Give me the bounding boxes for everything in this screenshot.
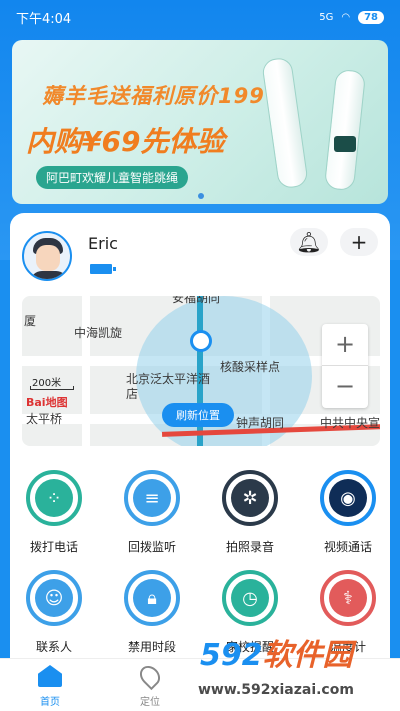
watermark-url: www.592xiazai.com xyxy=(198,682,354,698)
map-label: 安福胡同 xyxy=(172,296,221,305)
jump-rope-handle-image xyxy=(323,68,367,192)
battery-icon: 78 xyxy=(358,10,384,24)
function-call[interactable]: ⁘ 拨打电话 xyxy=(14,470,94,555)
tab-location[interactable]: 定位 xyxy=(120,661,180,708)
phone-dialpad-icon: ⁘ xyxy=(35,479,73,517)
map-label: 中共中央宣 xyxy=(320,416,380,430)
add-icon[interactable]: + xyxy=(340,228,378,256)
wifi-icon: ◠ xyxy=(341,11,351,23)
refresh-location-button[interactable]: 刷新位置 xyxy=(162,403,234,427)
contacts-icon: ☺ xyxy=(35,579,73,617)
location-icon xyxy=(135,661,165,691)
lock-icon: 🔒︎ xyxy=(133,579,171,617)
zoom-out-button[interactable]: − xyxy=(322,366,368,408)
avatar[interactable] xyxy=(22,231,72,281)
map-label: 核酸采样点 xyxy=(220,360,281,374)
map-label: 钟声胡同 xyxy=(236,416,285,430)
watermark-logo: 592软件园 xyxy=(200,638,353,673)
function-video-call[interactable]: ◉ 视频通话 xyxy=(308,470,388,555)
jump-rope-handle-image xyxy=(261,56,309,190)
map-label: 中海凯旋 xyxy=(74,326,123,340)
banner-headline: 薅羊毛送福利原价199 xyxy=(42,84,265,108)
device-name: Eric xyxy=(88,234,118,253)
banner-product-name: 阿巴町欢耀儿童智能跳绳 xyxy=(36,166,189,189)
banner-price: 内购¥69先体验 xyxy=(26,125,225,158)
map-label: 北京泛太平洋酒店 xyxy=(126,372,211,401)
map-label: 厦 xyxy=(24,314,37,328)
status-time: 下午4:04 xyxy=(16,11,72,27)
status-bar: 下午4:04 5G ◠ 78 xyxy=(0,0,400,34)
function-listen[interactable]: ≡ 回拨监听 xyxy=(112,470,192,555)
home-icon xyxy=(38,665,62,687)
map-zoom-control: + − xyxy=(322,324,368,408)
map-scale-bar xyxy=(30,386,74,390)
map-label: 太平桥 xyxy=(26,412,63,426)
banner-pager-dot[interactable] xyxy=(198,193,204,199)
function-photo-record[interactable]: ✲ 拍照录音 xyxy=(210,470,290,555)
listen-icon: ≡ xyxy=(133,479,171,517)
location-pin-icon[interactable] xyxy=(190,330,212,352)
signal-icon: 5G xyxy=(319,11,334,23)
video-call-icon: ◉ xyxy=(329,479,367,517)
clock-icon: ◷ xyxy=(231,579,269,617)
tab-home[interactable]: 首页 xyxy=(20,663,80,708)
bell-icon[interactable]: 🔔︎ xyxy=(290,228,328,256)
device-battery-icon xyxy=(90,264,116,274)
baidu-logo: Bai地图 xyxy=(26,396,68,409)
function-contacts[interactable]: ☺ 联系人 xyxy=(14,570,94,655)
zoom-in-button[interactable]: + xyxy=(322,324,368,366)
function-disable-period[interactable]: 🔒︎ 禁用时段 xyxy=(112,570,192,655)
promo-banner[interactable]: 薅羊毛送福利原价199 内购¥69先体验 阿巴町欢耀儿童智能跳绳 xyxy=(12,40,388,204)
location-map[interactable]: 厦 中海凯旋 安福胡同 核酸采样点 北京泛太平洋酒店 太平桥 钟声胡同 中共中央… xyxy=(22,296,380,446)
thermometer-icon: ⚕ xyxy=(329,579,367,617)
camera-record-icon: ✲ xyxy=(231,479,269,517)
jump-rope-display-image xyxy=(334,136,356,152)
